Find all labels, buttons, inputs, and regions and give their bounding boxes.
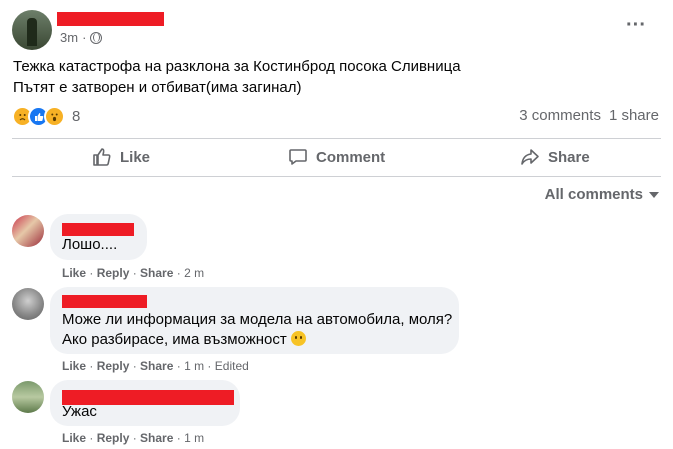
comment-text-line: Ако разбирасе, има възможност	[62, 330, 452, 350]
redacted-commenter-name	[62, 295, 147, 308]
more-options-button[interactable]: ···	[626, 14, 646, 37]
commenter-avatar[interactable]	[12, 288, 44, 320]
share-button[interactable]: Share	[520, 140, 590, 174]
post-meta: 3m ·	[60, 30, 103, 45]
post-counts: 3 comments 1 share	[519, 107, 659, 124]
comment-reply-link[interactable]: Reply	[97, 359, 130, 373]
shares-count-link[interactable]: 1 share	[609, 107, 659, 124]
comment-reply-link[interactable]: Reply	[97, 266, 130, 280]
like-button[interactable]: Like	[92, 140, 150, 174]
like-label: Like	[120, 148, 151, 166]
comment-filter-label: All comments	[544, 186, 643, 203]
post-author-avatar[interactable]	[12, 10, 52, 50]
redacted-author-name	[57, 12, 164, 26]
comment-text-line: Може ли информация за модела на автомоби…	[62, 311, 453, 328]
comment-bubble-icon	[289, 149, 307, 165]
comment-text: Ужас	[62, 403, 97, 420]
post-text-line: Тежка катастрофа на разклона за Костинбр…	[13, 58, 461, 75]
reaction-count[interactable]: 8	[72, 108, 80, 125]
comment-time[interactable]: 1 m	[184, 431, 204, 445]
comment-share-link[interactable]: Share	[140, 431, 173, 445]
globe-icon	[90, 31, 103, 44]
comment-like-link[interactable]: Like	[62, 266, 86, 280]
divider	[12, 176, 661, 177]
comment-like-link[interactable]: Like	[62, 431, 86, 445]
comment-reply-link[interactable]: Reply	[97, 431, 130, 445]
comment-like-link[interactable]: Like	[62, 359, 86, 373]
post-time[interactable]: 3m	[60, 30, 78, 45]
comment-share-link[interactable]: Share	[140, 266, 173, 280]
wow-reaction-icon	[44, 106, 65, 127]
share-label: Share	[548, 148, 590, 166]
comments-count-link[interactable]: 3 comments	[519, 107, 601, 124]
comment-text: Лошо....	[62, 236, 118, 253]
comment-actions: Like · Reply · Share · 1 m	[62, 431, 205, 445]
comment-share-link[interactable]: Share	[140, 359, 173, 373]
comment-time[interactable]: 1 m	[184, 359, 204, 373]
comment-filter-dropdown[interactable]: All comments	[545, 186, 659, 203]
post-text-line: Пътят е затворен и отбиват(има загинал)	[13, 79, 302, 96]
emoji-icon	[290, 331, 306, 346]
commenter-avatar[interactable]	[12, 215, 44, 247]
post-text: Тежка катастрофа на разклона за Костинбр…	[13, 56, 461, 98]
reactions-summary[interactable]: 8	[12, 106, 80, 127]
share-arrow-icon	[521, 149, 539, 165]
comment-actions: Like · Reply · Share · 1 m · Edited	[62, 359, 249, 373]
comment-actions: Like · Reply · Share · 2 m	[62, 266, 205, 280]
thumbs-up-icon	[93, 148, 111, 166]
comment-text: Може ли информация за модела на автомоби…	[62, 310, 452, 350]
divider	[12, 138, 661, 139]
comment-button[interactable]: Comment	[288, 140, 385, 174]
comment-time[interactable]: 2 m	[184, 266, 204, 280]
comment-label: Comment	[316, 148, 386, 166]
caret-down-icon	[649, 191, 659, 198]
commenter-avatar[interactable]	[12, 381, 44, 413]
edited-label[interactable]: Edited	[215, 359, 249, 373]
